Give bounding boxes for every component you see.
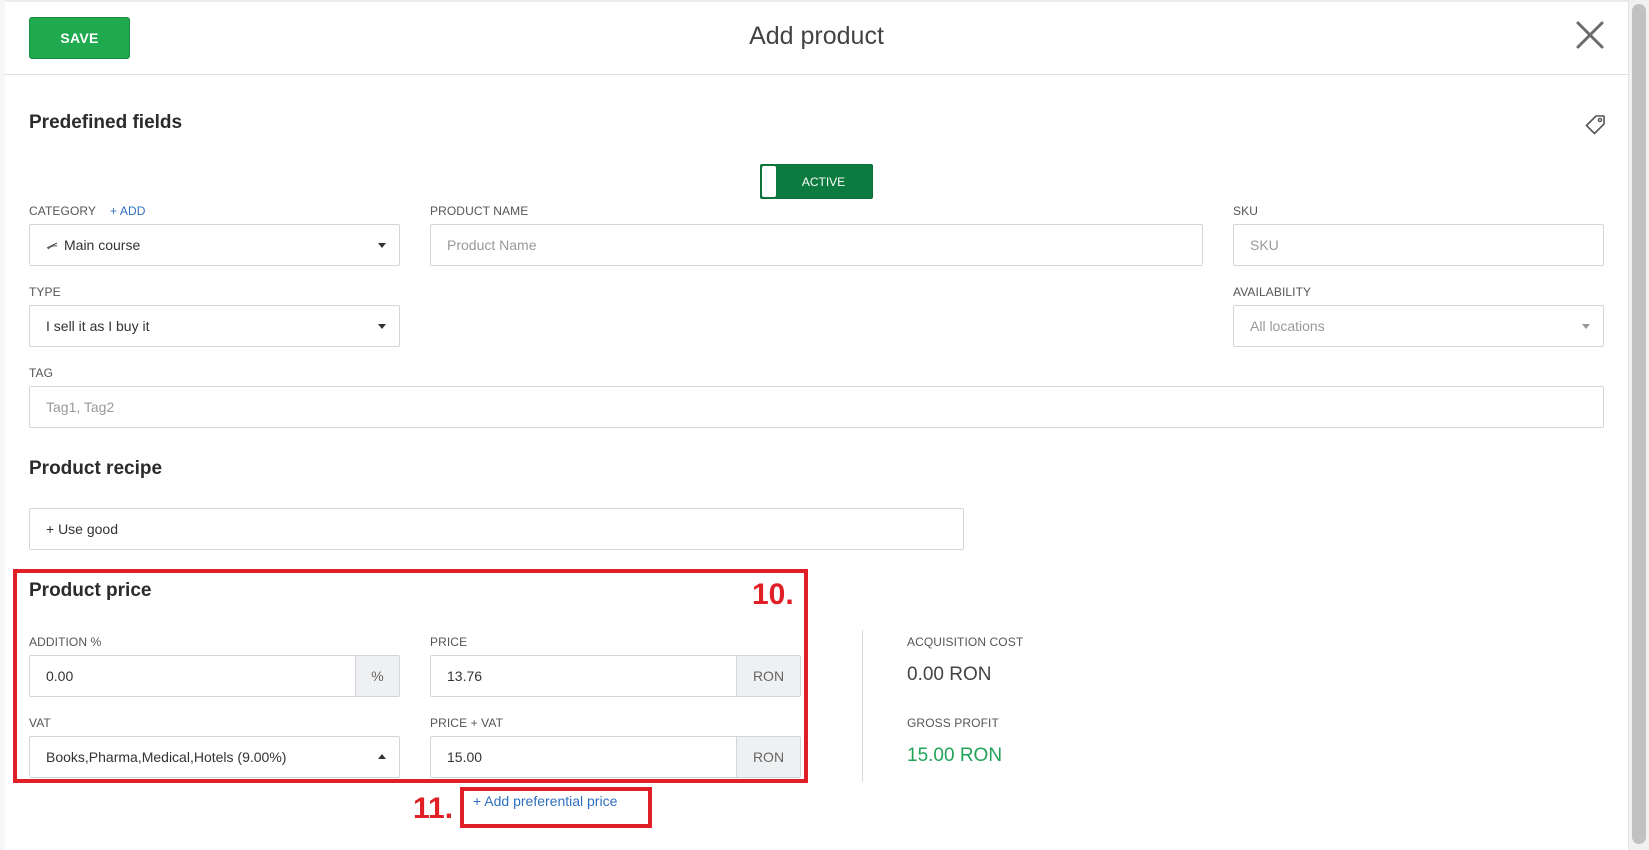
sku-input[interactable]: SKU bbox=[1233, 224, 1604, 266]
category-select[interactable]: Main course bbox=[29, 224, 400, 266]
use-good-text: + Use good bbox=[46, 521, 118, 537]
annotation-number-11: 11. bbox=[413, 792, 454, 825]
tag-label: TAG bbox=[29, 366, 54, 380]
food-icon bbox=[46, 237, 60, 253]
product-name-placeholder: Product Name bbox=[447, 237, 537, 253]
acquisition-cost-value: 0.00 RON bbox=[907, 664, 992, 685]
gross-profit-value: 15.00 RON bbox=[907, 745, 1003, 766]
add-preferential-price-link[interactable]: + Add preferential price bbox=[473, 793, 617, 809]
annotation-number-10: 10. bbox=[752, 578, 794, 611]
annotation-box-10 bbox=[13, 569, 808, 783]
chevron-down-icon bbox=[1582, 324, 1590, 329]
active-toggle[interactable]: ACTIVE bbox=[760, 164, 873, 199]
price-divider bbox=[862, 630, 863, 782]
chevron-down-icon bbox=[378, 324, 386, 329]
close-icon[interactable] bbox=[1574, 19, 1606, 51]
availability-placeholder: All locations bbox=[1250, 318, 1325, 334]
product-name-input[interactable]: Product Name bbox=[430, 224, 1203, 266]
product-recipe-title: Product recipe bbox=[29, 458, 163, 479]
add-category-link[interactable]: + ADD bbox=[110, 204, 146, 218]
scrollbar[interactable] bbox=[1628, 0, 1649, 850]
toggle-label: ACTIVE bbox=[801, 174, 846, 189]
acquisition-cost-label: ACQUISITION COST bbox=[907, 635, 1024, 649]
tag-placeholder: Tag1, Tag2 bbox=[46, 399, 115, 415]
toggle-knob bbox=[762, 166, 776, 197]
modal-header: SAVE Add product bbox=[5, 2, 1628, 75]
availability-label: AVAILABILITY bbox=[1233, 285, 1312, 299]
type-select[interactable]: I sell it as I buy it bbox=[29, 305, 400, 347]
category-value: Main course bbox=[64, 237, 141, 253]
tag-input[interactable]: Tag1, Tag2 bbox=[29, 386, 1604, 428]
product-name-label: PRODUCT NAME bbox=[430, 204, 529, 218]
left-edge bbox=[0, 0, 5, 850]
tag-icon[interactable] bbox=[1584, 114, 1606, 136]
availability-select[interactable]: All locations bbox=[1233, 305, 1604, 347]
type-value: I sell it as I buy it bbox=[46, 318, 150, 334]
sku-label: SKU bbox=[1233, 204, 1258, 218]
use-good-field[interactable]: + Use good bbox=[29, 508, 964, 550]
predefined-fields-title: Predefined fields bbox=[29, 112, 183, 133]
category-label-text: CATEGORY bbox=[29, 204, 97, 218]
page-title: Add product bbox=[749, 22, 884, 50]
chevron-down-icon bbox=[378, 243, 386, 248]
gross-profit-label: GROSS PROFIT bbox=[907, 716, 999, 730]
sku-placeholder: SKU bbox=[1250, 237, 1279, 253]
type-label: TYPE bbox=[29, 285, 61, 299]
add-product-page: SAVE Add product Predefined fields ACTIV… bbox=[0, 0, 1649, 850]
scrollbar-thumb[interactable] bbox=[1632, 4, 1646, 844]
category-label: CATEGORY + ADD bbox=[29, 204, 146, 218]
